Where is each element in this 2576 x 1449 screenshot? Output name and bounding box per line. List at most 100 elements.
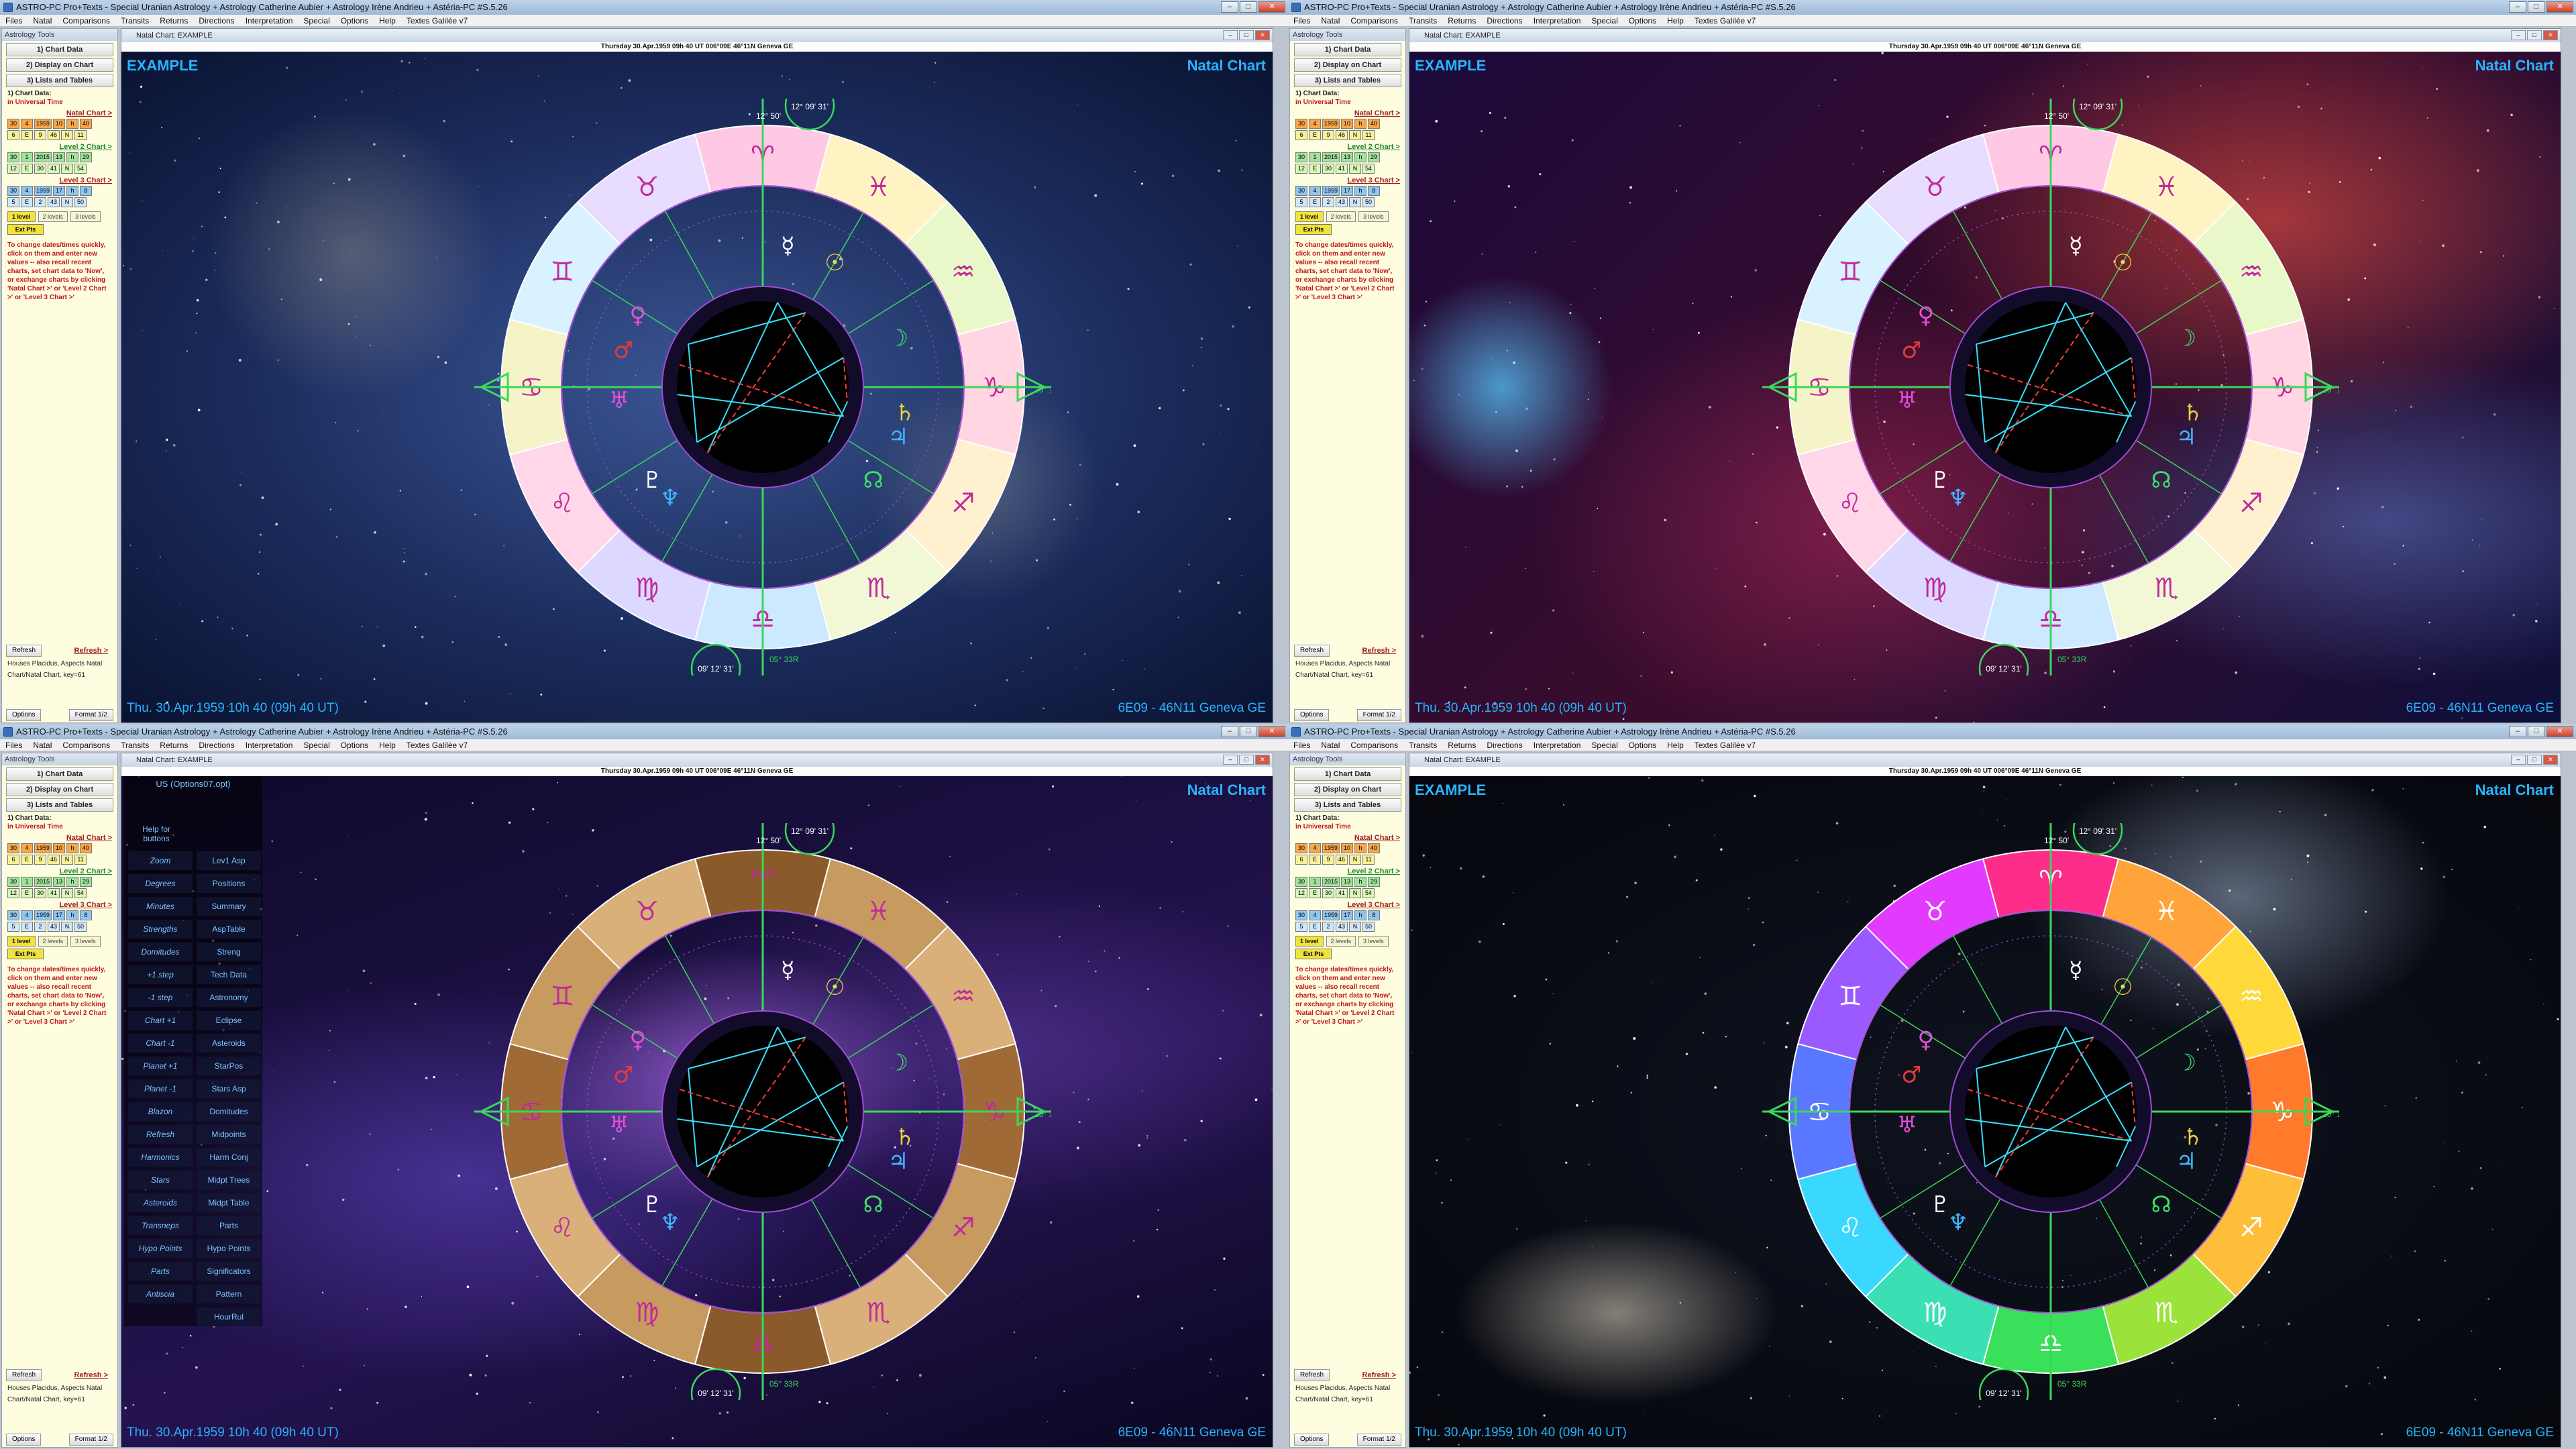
- level3-chart-link[interactable]: Level 3 Chart >: [1290, 176, 1405, 184]
- menu-help[interactable]: Help: [1662, 739, 1689, 751]
- refresh-link[interactable]: Refresh >: [1362, 1371, 1401, 1379]
- tool-midpt-table-button[interactable]: Midpt Table: [197, 1193, 261, 1212]
- chart-canvas[interactable]: EXAMPLE Natal Chart Thu. 30.Apr.1959 10h…: [1409, 776, 2561, 1447]
- pluto-glyph[interactable]: ♇: [1930, 467, 1950, 494]
- format-button[interactable]: Format 1/2: [68, 709, 113, 721]
- date-field[interactable]: 40: [80, 119, 93, 129]
- date-field[interactable]: E: [1309, 130, 1321, 140]
- refresh-button[interactable]: Refresh: [6, 1369, 42, 1381]
- date-field[interactable]: 1959: [34, 186, 52, 196]
- format-button[interactable]: Format 1/2: [1356, 1434, 1401, 1446]
- date-field[interactable]: 46: [1336, 130, 1348, 140]
- date-field[interactable]: 1959: [34, 843, 52, 853]
- refresh-button[interactable]: Refresh: [1294, 645, 1330, 657]
- refresh-button[interactable]: Refresh: [1294, 1369, 1330, 1381]
- chart-minimize-button[interactable]: –: [1223, 30, 1238, 40]
- format-button[interactable]: Format 1/2: [1356, 709, 1401, 721]
- natal-chart-link[interactable]: Natal Chart >: [2, 109, 117, 117]
- level3-chart-link[interactable]: Level 3 Chart >: [2, 901, 117, 909]
- menu-returns[interactable]: Returns: [154, 739, 193, 751]
- tool-asptable-button[interactable]: AspTable: [197, 920, 261, 938]
- date-field[interactable]: 4: [21, 910, 33, 920]
- help-buttons-label[interactable]: Help for buttons: [131, 824, 182, 843]
- date-field[interactable]: 46: [48, 855, 60, 865]
- date-field[interactable]: 43: [1336, 922, 1348, 932]
- ext-pts-button[interactable]: Ext Pts: [7, 949, 44, 959]
- three-levels-button[interactable]: 3 levels: [1358, 936, 1389, 947]
- chart-maximize-button[interactable]: □: [1239, 30, 1254, 40]
- date-field[interactable]: h: [66, 843, 79, 853]
- chart-maximize-button[interactable]: □: [2527, 755, 2542, 765]
- uranus-glyph[interactable]: ♅: [609, 387, 629, 414]
- menu-transits[interactable]: Transits: [1403, 15, 1442, 26]
- date-field[interactable]: 1: [21, 152, 33, 162]
- neptune-glyph[interactable]: ♆: [660, 485, 680, 512]
- tool--1-step-button[interactable]: +1 step: [128, 965, 193, 984]
- menu-options[interactable]: Options: [1623, 15, 1662, 26]
- date-field[interactable]: 30: [1295, 186, 1307, 196]
- menu-directions[interactable]: Directions: [193, 739, 239, 751]
- tool-hypo-points-button[interactable]: Hypo Points: [197, 1239, 261, 1258]
- menu-textes-galil-e-v7[interactable]: Textes Galilée v7: [401, 739, 473, 751]
- menu-interpretation[interactable]: Interpretation: [240, 739, 299, 751]
- mercury-glyph[interactable]: ☿: [2069, 957, 2083, 983]
- date-field[interactable]: 2: [34, 922, 46, 932]
- date-field[interactable]: 30: [7, 119, 19, 129]
- date-field[interactable]: E: [21, 164, 33, 174]
- date-field[interactable]: h: [66, 910, 79, 920]
- lists-tables-button[interactable]: 3) Lists and Tables: [1294, 798, 1401, 812]
- jupiter-glyph[interactable]: ♃: [888, 1148, 908, 1175]
- date-field[interactable]: h: [1354, 910, 1367, 920]
- date-field[interactable]: 30: [7, 843, 19, 853]
- menu-special[interactable]: Special: [1586, 15, 1623, 26]
- date-field[interactable]: 41: [48, 888, 60, 898]
- tool-transneps-button[interactable]: Transneps: [128, 1216, 193, 1235]
- date-field[interactable]: 30: [7, 152, 19, 162]
- date-field[interactable]: E: [21, 855, 33, 865]
- tool-streng-button[interactable]: Streng: [197, 943, 261, 961]
- one-level-button[interactable]: 1 level: [7, 211, 36, 222]
- tool-hourrul-button[interactable]: HourRul: [197, 1307, 261, 1326]
- date-field[interactable]: E: [21, 888, 33, 898]
- ext-pts-button[interactable]: Ext Pts: [7, 224, 44, 235]
- tool-lev1-asp-button[interactable]: Lev1 Asp: [197, 851, 261, 870]
- date-field[interactable]: 4: [1309, 843, 1321, 853]
- date-field[interactable]: 9: [34, 855, 46, 865]
- date-field[interactable]: 1959: [1322, 910, 1340, 920]
- date-field[interactable]: 41: [1336, 888, 1348, 898]
- natal-chart-link[interactable]: Natal Chart >: [1290, 109, 1405, 117]
- mars-glyph[interactable]: ♂: [1901, 337, 1921, 364]
- date-field[interactable]: 29: [1368, 152, 1381, 162]
- date-field[interactable]: N: [61, 888, 73, 898]
- date-field[interactable]: 9: [34, 130, 46, 140]
- date-field[interactable]: E: [1309, 888, 1321, 898]
- tool-minutes-button[interactable]: Minutes: [128, 897, 193, 916]
- options-button[interactable]: Options: [6, 1434, 42, 1446]
- date-field[interactable]: 6: [1295, 130, 1307, 140]
- sun-glyph[interactable]: ☉: [2112, 250, 2133, 276]
- neptune-glyph[interactable]: ♆: [1948, 1210, 1968, 1236]
- tool-starpos-button[interactable]: StarPos: [197, 1057, 261, 1075]
- date-field[interactable]: 8: [1368, 186, 1381, 196]
- chart-canvas[interactable]: EXAMPLE Natal Chart Thu. 30.Apr.1959 10h…: [121, 776, 1273, 1447]
- chart-minimize-button[interactable]: –: [2511, 755, 2526, 765]
- date-field[interactable]: 1959: [1322, 119, 1340, 129]
- tool-positions-button[interactable]: Positions: [197, 874, 261, 893]
- natal-wheel[interactable]: ♈♓♒♑♐♏♎♍♌♋♊♉☉☽☿♀♂♃♄♅♆♇ ☊12° 09' 31'09' 12…: [474, 823, 1051, 1400]
- date-field[interactable]: 40: [1368, 843, 1381, 853]
- date-field[interactable]: h: [1354, 843, 1367, 853]
- format-button[interactable]: Format 1/2: [68, 1434, 113, 1446]
- sun-glyph[interactable]: ☉: [824, 250, 845, 276]
- tool-planet-1-button[interactable]: Planet -1: [128, 1079, 193, 1098]
- chart-canvas[interactable]: EXAMPLE Natal Chart Thu. 30.Apr.1959 10h…: [121, 52, 1273, 722]
- chart-data-button[interactable]: 1) Chart Data: [1294, 43, 1401, 56]
- menu-files[interactable]: Files: [0, 739, 28, 751]
- date-field[interactable]: h: [1354, 152, 1367, 162]
- minimize-button[interactable]: –: [2509, 1, 2526, 13]
- date-field[interactable]: 4: [21, 186, 33, 196]
- uranus-glyph[interactable]: ♅: [609, 1112, 629, 1138]
- close-button[interactable]: ✕: [1258, 726, 1285, 737]
- date-field[interactable]: 1: [1309, 877, 1321, 887]
- pluto-glyph[interactable]: ♇: [642, 467, 662, 494]
- minimize-button[interactable]: –: [1221, 726, 1238, 737]
